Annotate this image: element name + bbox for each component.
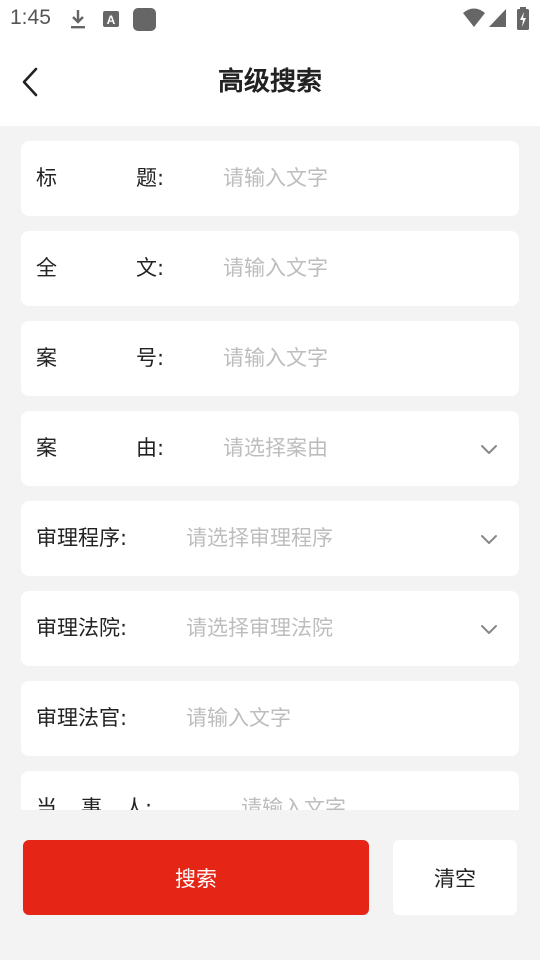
court-select[interactable]: 请选择审理法院 — [186, 591, 426, 666]
title-input[interactable] — [223, 141, 463, 216]
wifi-icon — [462, 7, 486, 33]
party-label-part1: 当 — [36, 796, 57, 810]
party-input[interactable] — [241, 771, 481, 810]
case-cause-label-part2: 由: — [136, 436, 165, 460]
fulltext-row: 全 文: — [21, 231, 519, 306]
title-label-part1: 标 — [36, 166, 57, 190]
court-row[interactable]: 审理法院: 请选择审理法院 — [21, 591, 519, 666]
case-number-label-part1: 案 — [36, 346, 57, 370]
case-cause-select[interactable]: 请选择案由 — [223, 411, 463, 486]
app-square-icon — [132, 7, 158, 37]
case-number-row: 案 号: — [21, 321, 519, 396]
battery-charging-icon — [516, 7, 530, 35]
title-label-part2: 题: — [136, 166, 165, 190]
procedure-select[interactable]: 请选择审理程序 — [186, 501, 426, 576]
app-header: 高级搜索 — [0, 38, 540, 126]
clear-button[interactable]: 清空 — [393, 840, 517, 915]
court-label: 审理法院: — [36, 616, 128, 640]
party-label-part3: 人: — [124, 796, 153, 810]
case-number-label-part2: 号: — [136, 346, 165, 370]
search-form[interactable]: 标 题: 全 文: 案 号: 案 由: 请选择案由 审理程序: 请选择审理程序 … — [0, 126, 540, 810]
procedure-row[interactable]: 审理程序: 请选择审理程序 — [21, 501, 519, 576]
party-row: 当 事 人: — [21, 771, 519, 810]
judge-input[interactable] — [186, 681, 426, 756]
case-cause-label-part1: 案 — [36, 436, 57, 460]
signal-icon — [488, 7, 508, 33]
judge-row: 审理法官: — [21, 681, 519, 756]
font-a-icon: A — [101, 7, 121, 35]
download-icon — [68, 7, 88, 35]
chevron-down-icon[interactable] — [479, 439, 499, 459]
page-title: 高级搜索 — [217, 67, 322, 97]
search-button[interactable]: 搜索 — [23, 840, 369, 915]
case-number-input[interactable] — [223, 321, 463, 396]
fulltext-label-part1: 全 — [36, 256, 57, 280]
action-bar: 搜索 清空 — [0, 810, 540, 960]
fulltext-label-part2: 文: — [136, 256, 165, 280]
status-time: 1:45 — [10, 6, 51, 29]
title-row: 标 题: — [21, 141, 519, 216]
procedure-label: 审理程序: — [36, 526, 128, 550]
fulltext-input[interactable] — [223, 231, 463, 306]
svg-text:A: A — [107, 13, 116, 27]
case-cause-row[interactable]: 案 由: 请选择案由 — [21, 411, 519, 486]
status-bar: 1:45 A — [0, 0, 540, 38]
judge-label: 审理法官: — [36, 706, 128, 730]
chevron-down-icon[interactable] — [479, 529, 499, 549]
party-label-part2: 事 — [81, 796, 102, 810]
chevron-down-icon[interactable] — [479, 619, 499, 639]
